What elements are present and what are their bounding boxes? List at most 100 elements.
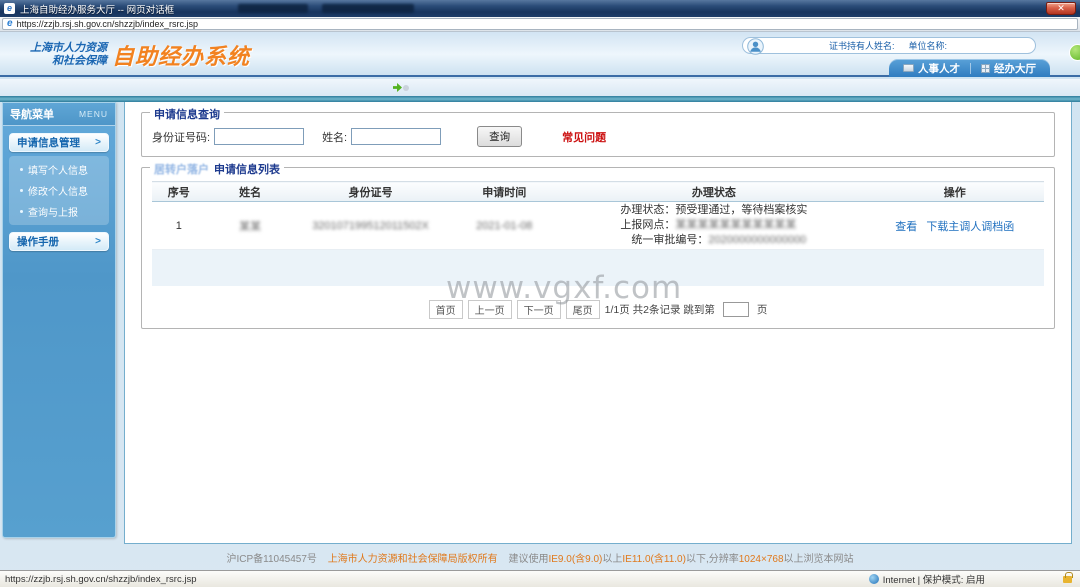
download-transfer-letter-link[interactable]: 下载主调人调档函 [926, 221, 1014, 233]
sidebar-title: 导航菜单 [10, 109, 54, 121]
table-header-row: 序号 姓名 身份证号 申请时间 办理状态 操作 [152, 181, 1044, 202]
name-input[interactable] [351, 128, 442, 145]
report-site-line: 上报网点：某某某某某某某某某某某 [620, 219, 797, 231]
copyright-text: 上海市人力资源和社会保障局版权所有 [327, 554, 498, 565]
ie-page-icon: e [7, 18, 13, 29]
sidebar-submenu: 填写个人信息 修改个人信息 查询与上报 [9, 156, 109, 225]
security-zone: Internet | 保护模式: 启用 [868, 572, 985, 586]
redacted-id-number: 320107199512011502X [312, 219, 429, 232]
tab-personnel-talent[interactable]: 人事人才 [903, 61, 960, 76]
legend-prefix-redacted: 居转户落户 [154, 164, 209, 176]
table-row-empty [152, 249, 1044, 286]
header-tabs: 人事人才 经办大厅 [889, 59, 1050, 77]
expand-arrow-icon [393, 83, 402, 92]
tab-service-hall[interactable]: 经办大厅 [981, 61, 1036, 76]
prev-page-button[interactable]: 上一页 [467, 299, 512, 319]
pagination: 首页 上一页 下一页 尾页 1/1页 共2条记录 跳到第 页 [152, 299, 1044, 319]
sidebar-group-operation-manual[interactable]: 操作手册 > [9, 232, 109, 251]
navigation-sidebar: 导航菜单 MENU 申请信息管理 > 填写个人信息 修改个人信息 查询与上报 操… [2, 102, 116, 538]
jump-page-input[interactable] [722, 301, 749, 317]
col-name: 姓名 [205, 181, 295, 202]
chevron-right-icon: > [95, 137, 101, 148]
ie-logo-icon: e [4, 3, 15, 14]
page-body: 导航菜单 MENU 申请信息管理 > 填写个人信息 修改个人信息 查询与上报 操… [0, 102, 1080, 570]
redacted-title-block [322, 4, 415, 13]
address-bar: e https://zzjb.rsj.sh.gov.cn/shzzjb/inde… [0, 17, 1080, 32]
status-line: 办理状态：预受理通过，等待档案核实 [620, 204, 808, 216]
redacted-title-block [238, 4, 309, 13]
cell-name: 某某 [205, 201, 295, 250]
url-field[interactable]: e https://zzjb.rsj.sh.gov.cn/shzzjb/inde… [2, 18, 1078, 30]
chevron-right-icon: > [95, 236, 101, 247]
floating-badge[interactable] [1069, 44, 1080, 61]
col-status: 办理状态 [562, 181, 866, 202]
view-link[interactable]: 查看 [895, 221, 917, 233]
icp-number: 沪ICP备11045457号 [226, 554, 317, 565]
zone-text: Internet | 保护模式: 启用 [882, 575, 985, 586]
redacted-report-site: 某某某某某某某某某某某 [675, 219, 797, 231]
redacted-apply-time: 2021-01-08 [476, 219, 533, 232]
sidebar-group-application-info[interactable]: 申请信息管理 > [9, 133, 109, 152]
status-url: https://zzjb.rsj.sh.gov.cn/shzzjb/index_… [5, 573, 197, 585]
redacted-approval-no: 2020000000000000 [708, 234, 807, 246]
cell-id-number: 320107199512011502X [294, 201, 447, 250]
page-info: 1/1页 共2条记录 跳到第 [604, 303, 715, 316]
logo-text: 上海市人力资源 和社会保障 [30, 42, 107, 67]
list-section-legend: 居转户落户 申请信息列表 [150, 161, 284, 177]
lock-icon [1063, 571, 1073, 583]
last-page-button[interactable]: 尾页 [565, 299, 600, 319]
page-suffix: 页 [756, 303, 768, 316]
application-list-section: 居转户落户 申请信息列表 序号 姓名 身份证号 申请时间 办理状态 操作 1 某… [141, 161, 1055, 329]
sidebar-item-label: 填写个人信息 [28, 166, 88, 177]
redacted-name: 某某 [239, 220, 262, 233]
page-footer: 沪ICP备11045457号 上海市人力资源和社会保障局版权所有 建议使用IE9… [0, 550, 1080, 565]
window-title: 上海自助经办服务大厅 -- 网页对话框 [20, 4, 175, 16]
bullet-icon [20, 189, 23, 192]
query-section-legend: 申请信息查询 [150, 106, 224, 122]
table-row: 1 某某 320107199512011502X 2021-01-08 办理状态… [152, 201, 1044, 250]
monitor-icon [903, 64, 914, 72]
first-page-button[interactable]: 首页 [428, 299, 463, 319]
col-id-number: 身份证号 [294, 181, 447, 202]
cert-holder-label: 证书持有人姓名: [829, 41, 895, 51]
sidebar-toggle[interactable] [393, 83, 409, 92]
bullet-icon [20, 168, 23, 171]
browser-advice: 建议使用 [508, 554, 549, 565]
col-seq: 序号 [152, 181, 206, 202]
login-info-bar: 证书持有人姓名: 单位名称: [742, 37, 1036, 57]
tab-label: 经办大厅 [994, 62, 1036, 75]
cell-seq: 1 [152, 201, 206, 250]
toggle-dot-icon [403, 84, 409, 91]
sidebar-item-label: 查询与上报 [28, 208, 78, 219]
sidebar-item-query-and-report[interactable]: 查询与上报 [9, 201, 109, 222]
browser-status-bar: https://zzjb.rsj.sh.gov.cn/shzzjb/index_… [0, 570, 1080, 587]
sidebar-item-modify-personal-info[interactable]: 修改个人信息 [9, 180, 109, 201]
id-number-label: 身份证号码: [152, 131, 211, 144]
menu-tag: MENU [78, 109, 108, 119]
legend-main: 申请信息列表 [214, 164, 280, 176]
window-titlebar: e 上海自助经办服务大厅 -- 网页对话框 ✕ [0, 0, 1080, 17]
url-text: https://zzjb.rsj.sh.gov.cn/shzzjb/index_… [16, 19, 198, 29]
sidebar-group-label: 申请信息管理 [17, 137, 80, 149]
browser-advice: 以上 [602, 554, 623, 565]
cell-actions: 查看 下载主调人调档函 [865, 201, 1044, 250]
name-label: 姓名: [322, 131, 348, 144]
id-number-input[interactable] [214, 128, 305, 145]
faq-link[interactable]: 常见问题 [562, 129, 606, 145]
cell-apply-time: 2021-01-08 [446, 201, 563, 250]
tab-label: 人事人才 [918, 62, 960, 75]
user-icon [747, 38, 764, 57]
unit-name-label: 单位名称: [908, 41, 948, 51]
application-table: 序号 姓名 身份证号 申请时间 办理状态 操作 1 某某 32010719951 [152, 181, 1044, 286]
site-header: 上海市人力资源 和社会保障 自助经办系统 证书持有人姓名: 单位名称: 人事人才 [0, 32, 1080, 77]
col-apply-time: 申请时间 [446, 181, 563, 202]
search-button[interactable]: 查询 [477, 126, 523, 147]
query-form-row: 身份证号码: 姓名: 查询 常见问题 [152, 126, 1044, 147]
sidebar-item-fill-personal-info[interactable]: 填写个人信息 [9, 159, 109, 180]
close-button[interactable]: ✕ [1046, 2, 1076, 15]
next-page-button[interactable]: 下一页 [516, 299, 561, 319]
sidebar-header: 导航菜单 MENU [3, 103, 115, 126]
browser-advice: 以下,分辨率 [685, 554, 739, 565]
ie-version-min: IE9.0(含9.0) [548, 554, 603, 565]
site-logo: 上海市人力资源 和社会保障 自助经办系统 [30, 39, 250, 71]
